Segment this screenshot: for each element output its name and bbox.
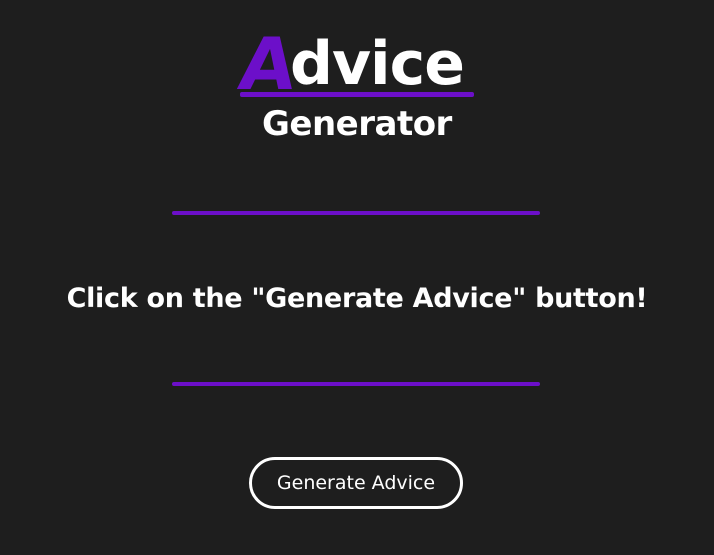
advice-text: Click on the "Generate Advice" button! <box>66 283 648 314</box>
bottom-divider <box>172 382 540 386</box>
advice-generator-page: A dvice Generator Click on the "Generate… <box>0 0 714 555</box>
app-logo: A dvice Generator <box>232 22 482 151</box>
logo-subtitle: Generator <box>262 104 452 144</box>
top-divider <box>172 211 540 215</box>
generate-advice-button[interactable]: Generate Advice <box>249 457 463 509</box>
logo-underline <box>240 92 474 97</box>
logo-title: dvice <box>290 29 465 99</box>
